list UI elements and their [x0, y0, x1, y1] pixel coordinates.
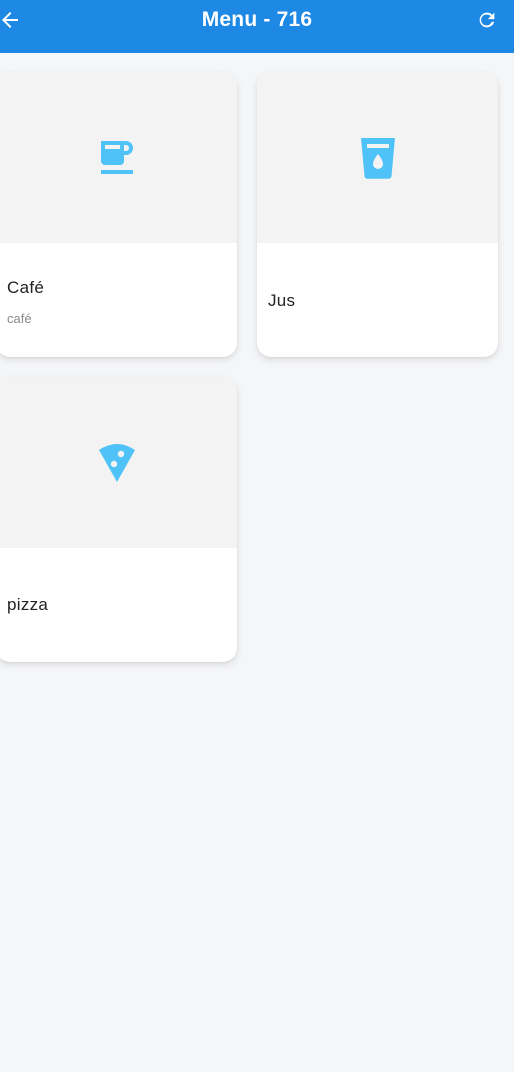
item-name: pizza [7, 595, 49, 614]
item-image-placeholder [257, 72, 498, 243]
item-description: café [7, 311, 32, 326]
pizza-slice-icon [98, 443, 135, 482]
menu-item-card[interactable]: Café café [0, 72, 237, 357]
item-name: Café [7, 278, 45, 297]
item-image-placeholder [0, 377, 237, 548]
menu-item-card[interactable]: pizza [0, 377, 237, 662]
coffee-cup-icon [100, 140, 133, 174]
menu-grid: Café café Jus pizza [0, 0, 514, 1072]
menu-item-card[interactable]: Jus [257, 72, 498, 357]
item-image-placeholder [0, 72, 237, 243]
glass-water-drop-icon [360, 137, 395, 179]
item-name: Jus [268, 291, 296, 310]
